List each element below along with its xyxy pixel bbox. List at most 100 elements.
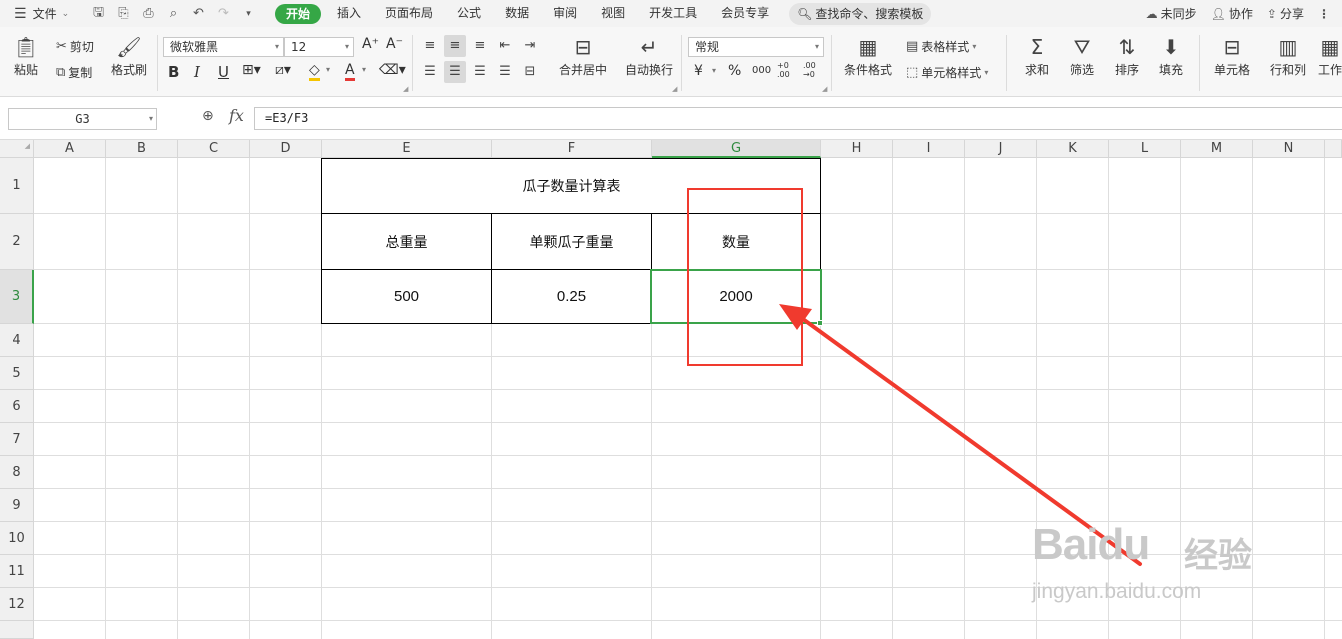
print-preview-icon[interactable]: ⌕ (161, 6, 186, 21)
cut-button[interactable]: ✂ 剪切 (56, 38, 94, 55)
clear-format-icon[interactable]: ⌫▾ (379, 62, 406, 78)
currency-button[interactable]: ¥ (694, 63, 703, 79)
number-format-select[interactable]: 常规 ▾ (688, 37, 824, 57)
merge-center-label: 合并居中 (558, 63, 607, 77)
merge-center-button[interactable]: ⊟ 合并居中 (552, 33, 614, 78)
justify-icon[interactable]: ☰ (494, 61, 516, 83)
ribbon-tabs: 开始 插入 页面布局 公式 数据 审阅 视图 开发工具 会员专享 (271, 0, 781, 27)
italic-button[interactable]: I (194, 63, 200, 81)
cell-style-button[interactable]: ⬚ 单元格样式 ▾ (906, 64, 988, 81)
tab-page-layout[interactable]: 页面布局 (373, 0, 445, 27)
increase-decimal-button[interactable]: +0 .00 (777, 61, 797, 79)
table-style-button[interactable]: ▤ 表格样式 ▾ (906, 38, 976, 55)
share-button[interactable]: ⇪ 分享 (1267, 5, 1304, 22)
table-style-icon: ▤ (906, 39, 919, 54)
align-top-icon[interactable]: ≡ (419, 35, 441, 57)
merge-cells-icon: ⊟ (574, 35, 592, 59)
font-name-select[interactable]: 微软雅黑 ▾ (163, 37, 284, 57)
align-center-icon[interactable]: ☰ (444, 61, 466, 83)
decrease-font-icon[interactable]: A⁻ (386, 36, 403, 52)
align-left-icon[interactable]: ☰ (419, 61, 441, 83)
zoom-icon[interactable]: ⊕ (202, 108, 214, 124)
font-size-select[interactable]: 12 ▾ (284, 37, 354, 57)
tab-developer[interactable]: 开发工具 (637, 0, 709, 27)
formula-input[interactable]: =E3/F3 (254, 107, 1342, 130)
conditional-format-button[interactable]: ▦ 条件格式 (838, 33, 898, 78)
name-box[interactable]: G3 ▾ (8, 108, 157, 130)
decrease-indent-icon[interactable]: ⇤ (494, 35, 516, 57)
percent-button[interactable]: % (728, 63, 741, 79)
copy-label: 复制 (68, 66, 93, 80)
formula-bar: G3 ▾ ⊕ fx =E3/F3 (0, 97, 1342, 140)
align-right-icon[interactable]: ☰ (469, 61, 491, 83)
export-pdf-icon[interactable]: ⎘ (111, 6, 136, 21)
worksheet-label: 工作 (1318, 63, 1342, 77)
distributed-align-icon[interactable]: ⊟ (519, 61, 541, 83)
row-col-label: 行和列 (1269, 63, 1306, 77)
fx-icon[interactable]: fx (229, 106, 244, 125)
decrease-decimal-button[interactable]: .00 →0 (803, 61, 823, 79)
search-icon: 🔍︎ (797, 6, 813, 21)
tab-view[interactable]: 视图 (589, 0, 637, 27)
tab-member[interactable]: 会员专享 (709, 0, 781, 27)
cell-fill-pattern-icon[interactable]: ⧄▾ (275, 62, 291, 78)
save-icon[interactable]: 🖫 (86, 3, 111, 25)
name-box-value: G3 (75, 112, 90, 126)
file-menu-label: 文件 (32, 7, 57, 21)
align-middle-icon[interactable]: ≡ (444, 35, 466, 57)
tab-home[interactable]: 开始 (275, 3, 322, 24)
hamburger-icon: ☰ (14, 5, 27, 22)
redo-icon[interactable]: ↷ (211, 6, 236, 21)
worksheet-button[interactable]: ▦ 工作 (1318, 33, 1342, 78)
chevron-down-icon: ▾ (814, 42, 819, 51)
row-col-button[interactable]: ▥ 行和列 (1264, 33, 1312, 78)
increase-indent-icon[interactable]: ⇥ (519, 35, 541, 57)
collaborate-button[interactable]: 👤︎ 协作 (1211, 5, 1253, 22)
more-options-icon[interactable]: ⋮ (1318, 7, 1330, 21)
cut-label: 剪切 (69, 40, 94, 54)
filter-button[interactable]: ⛛ 筛选 (1063, 33, 1101, 78)
sum-button[interactable]: Σ 求和 (1018, 33, 1056, 78)
font-color-icon[interactable]: A (345, 62, 355, 81)
fill-color-icon[interactable]: ◇ (309, 62, 320, 81)
cell-icon: ⊟ (1223, 35, 1241, 59)
cell-style-icon: ⬚ (906, 65, 919, 80)
cell-button[interactable]: ⊟ 单元格 (1208, 33, 1256, 78)
copy-icon: ⧉ (56, 65, 66, 80)
bold-button[interactable]: B (168, 63, 179, 81)
brush-icon: 🖌︎ (116, 35, 142, 59)
conditional-format-label: 条件格式 (843, 63, 892, 77)
tab-data[interactable]: 数据 (493, 0, 541, 27)
command-search[interactable]: 🔍︎ 查找命令、搜索模板 (789, 2, 932, 25)
tab-formulas[interactable]: 公式 (445, 0, 493, 27)
collaborate-label: 协作 (1228, 7, 1253, 21)
paste-button[interactable]: 📋︎ 粘贴 (10, 33, 42, 78)
wrap-text-button[interactable]: ↵ 自动换行 (622, 33, 676, 78)
sort-button[interactable]: ⇅ 排序 (1108, 33, 1146, 78)
font-name-value: 微软雅黑 (170, 40, 219, 54)
align-bottom-icon[interactable]: ≡ (469, 35, 491, 57)
copy-button[interactable]: ⧉ 复制 (56, 64, 92, 81)
paste-label: 粘贴 (13, 63, 38, 77)
increase-font-icon[interactable]: A⁺ (362, 36, 379, 52)
undo-icon[interactable]: ↶ (186, 6, 211, 21)
cell-style-label: 单元格样式 (921, 66, 982, 80)
cloud-icon: ☁ (1145, 6, 1158, 21)
sigma-icon: Σ (1030, 35, 1044, 59)
format-painter-button[interactable]: 🖌︎ 格式刷 (108, 33, 150, 78)
file-menu[interactable]: ☰ 文件 ⌄ (0, 0, 86, 27)
underline-button[interactable]: U (218, 63, 229, 81)
sum-label: 求和 (1024, 63, 1049, 77)
sync-status[interactable]: ☁ 未同步 (1146, 5, 1197, 22)
fill-button[interactable]: ⬇ 填充 (1152, 33, 1190, 78)
borders-icon[interactable]: ⊞▾ (242, 62, 261, 78)
chevron-down-icon: ⌄ (61, 8, 70, 19)
format-painter-label: 格式刷 (110, 63, 147, 77)
tab-insert[interactable]: 插入 (325, 0, 373, 27)
tab-review[interactable]: 审阅 (541, 0, 589, 27)
thousands-separator-button[interactable]: 000 (752, 65, 771, 76)
share-label: 分享 (1279, 7, 1304, 21)
print-icon[interactable]: ⎙ (136, 6, 161, 21)
wrap-text-icon: ↵ (640, 35, 658, 59)
customize-toolbar-icon[interactable]: ▾ (236, 9, 261, 19)
